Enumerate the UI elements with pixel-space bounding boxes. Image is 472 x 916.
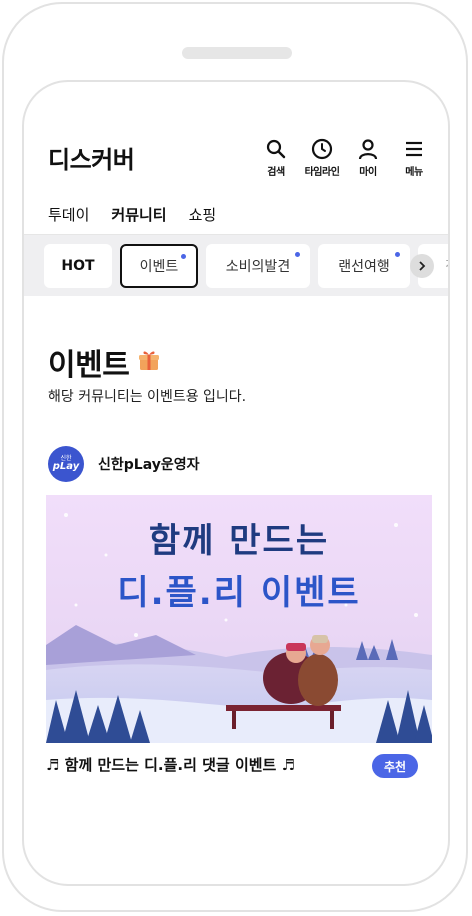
community-title: 이벤트 — [48, 340, 161, 384]
search-button[interactable]: 검색 — [256, 138, 296, 178]
chip-event[interactable]: 이벤트 — [120, 244, 198, 288]
chip-label: 랜선여행 — [338, 259, 390, 275]
avatar: 신한 pLay — [48, 446, 84, 482]
chip-label: 전 — [445, 256, 448, 276]
timeline-button[interactable]: 타임라인 — [302, 138, 342, 178]
community-title-text: 이벤트 — [48, 348, 130, 383]
chip-scroll-button[interactable] — [410, 254, 434, 278]
app-screen: 디스커버 검색 타임라인 마이 메뉴 투데이 커뮤니티 쇼핑 HOT 이벤트 소… — [22, 80, 450, 886]
post-banner-image[interactable]: 함께 만드는 디.플.리 이벤트 — [46, 495, 432, 743]
chip-travel[interactable]: 랜선여행 — [318, 244, 410, 288]
tab-community[interactable]: 커뮤니티 — [111, 204, 167, 237]
chip-label: 이벤트 — [139, 259, 179, 275]
phone-speaker — [182, 47, 292, 59]
banner-headline-2: 디.플.리 이벤트 — [117, 573, 361, 613]
tab-today[interactable]: 투데이 — [48, 204, 89, 237]
banner-headline-1: 함께 만드는 — [148, 521, 330, 561]
post-title[interactable]: ♬ 함께 만드는 디.플.리 댓글 이벤트 ♬ — [46, 754, 295, 775]
header-actions: 검색 타임라인 마이 메뉴 — [256, 138, 434, 178]
main-tabs: 투데이 커뮤니티 쇼핑 — [48, 204, 216, 237]
post-author[interactable]: 신한 pLay 신한pLay운영자 — [48, 446, 200, 482]
timeline-label: 타임라인 — [304, 167, 340, 178]
clock-icon — [311, 138, 333, 160]
person-icon — [357, 138, 379, 160]
recommend-badge: 추천 — [372, 754, 418, 778]
chevron-right-icon — [417, 257, 427, 276]
chip-consumption[interactable]: 소비의발견 — [206, 244, 310, 288]
category-chip-bar: HOT 이벤트 소비의발견 랜선여행 전 — [24, 234, 448, 296]
new-dot — [181, 254, 186, 259]
avatar-text-large: pLay — [52, 461, 80, 472]
tab-shopping[interactable]: 쇼핑 — [189, 204, 217, 237]
new-dot — [295, 252, 300, 257]
my-label: 마이 — [359, 167, 377, 178]
my-button[interactable]: 마이 — [348, 138, 388, 178]
chip-hot[interactable]: HOT — [44, 244, 112, 288]
search-label: 검색 — [267, 167, 285, 178]
gift-icon — [137, 345, 161, 380]
search-icon — [265, 138, 287, 160]
menu-label: 메뉴 — [405, 167, 423, 178]
author-name: 신한pLay운영자 — [98, 457, 200, 473]
new-dot — [395, 252, 400, 257]
menu-button[interactable]: 메뉴 — [394, 138, 434, 178]
community-description: 해당 커뮤니티는 이벤트용 입니다. — [48, 389, 247, 405]
chip-label: 소비의발견 — [225, 259, 291, 275]
menu-icon — [403, 138, 425, 160]
chip-label: HOT — [61, 258, 95, 274]
app-title: 디스커버 — [48, 146, 135, 174]
